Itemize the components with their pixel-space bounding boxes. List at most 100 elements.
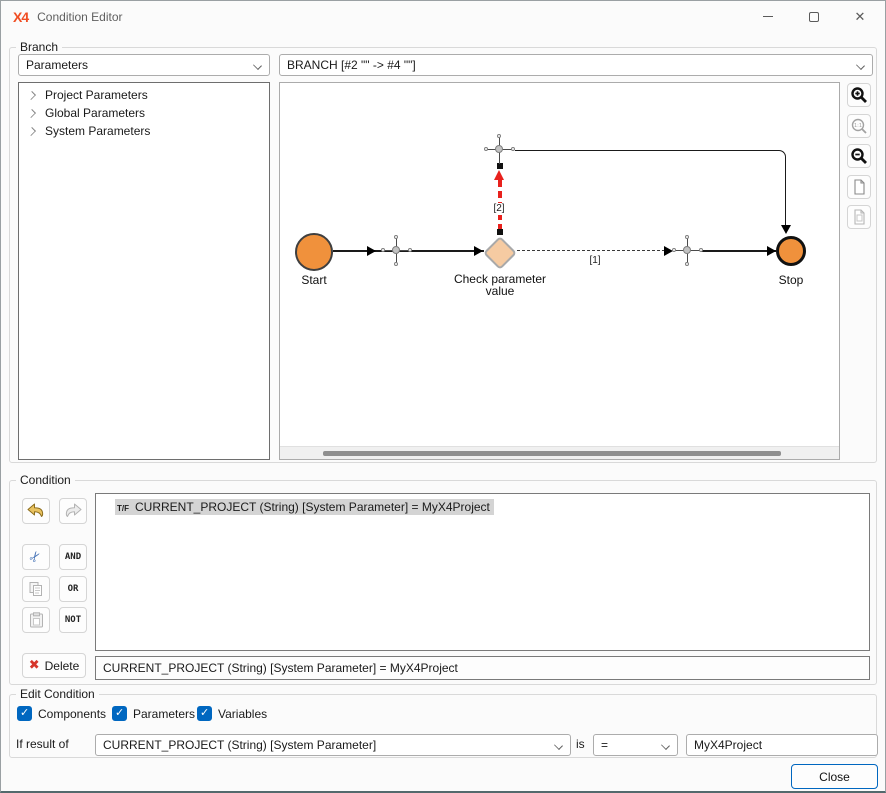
decision-node-label: Check parameter value: [435, 273, 565, 297]
condition-list-item[interactable]: T/F CURRENT_PROJECT (String) [System Par…: [115, 498, 869, 516]
branch-category-combo-value: Parameters: [26, 58, 88, 72]
condition-group-label: Condition: [16, 473, 75, 487]
stop-node-label: Stop: [761, 274, 821, 286]
arrowhead-icon: [767, 246, 776, 256]
comparison-value-input[interactable]: [686, 734, 878, 756]
arrowhead-icon: [367, 246, 376, 256]
chevron-down-icon: [856, 61, 865, 70]
tree-item-label: Global Parameters: [45, 106, 145, 120]
x4-logo-icon: X4: [13, 9, 28, 25]
delete-button[interactable]: ✖ Delete: [22, 653, 86, 678]
is-label: is: [576, 737, 585, 751]
cut-button[interactable]: ✂: [22, 544, 50, 570]
operator-combo-value: =: [601, 738, 608, 752]
selected-condition[interactable]: T/F CURRENT_PROJECT (String) [System Par…: [115, 499, 494, 515]
tree-item-system-parameters[interactable]: System Parameters: [19, 122, 269, 140]
connector-center[interactable]: [495, 145, 503, 153]
parameters-checkbox[interactable]: [112, 706, 127, 721]
tree-item-label: System Parameters: [45, 124, 150, 138]
paste-button[interactable]: [22, 607, 50, 633]
tree-item-global-parameters[interactable]: Global Parameters: [19, 104, 269, 122]
fit-selection-button[interactable]: [847, 205, 871, 229]
branch-group: Branch Parameters BRANCH [#2 "" -> #4 ""…: [9, 47, 877, 463]
close-button[interactable]: Close: [791, 764, 878, 789]
stop-node[interactable]: [776, 236, 806, 266]
connector-port[interactable]: [408, 248, 412, 252]
branch-group-label: Branch: [16, 40, 62, 54]
expand-chevron-icon[interactable]: [27, 91, 36, 100]
minimize-icon: [763, 16, 773, 17]
branch-selector-combo[interactable]: BRANCH [#2 "" -> #4 ""]: [279, 54, 873, 76]
condition-list[interactable]: T/F CURRENT_PROJECT (String) [System Par…: [95, 493, 870, 651]
variables-checkbox-label: Variables: [218, 707, 267, 721]
checkbox-variables[interactable]: Variables: [197, 706, 267, 721]
redo-button[interactable]: [59, 498, 87, 524]
checkbox-components[interactable]: Components: [17, 706, 106, 721]
connector-center[interactable]: [392, 246, 400, 254]
maximize-button[interactable]: [791, 2, 837, 31]
expand-chevron-icon[interactable]: [27, 127, 36, 136]
not-operator-button[interactable]: NOT: [59, 607, 87, 633]
connector-port[interactable]: [394, 262, 398, 266]
zoom-in-button[interactable]: [847, 83, 871, 107]
window-title: Condition Editor: [37, 10, 122, 24]
operator-combo[interactable]: =: [593, 734, 678, 756]
connector-center[interactable]: [683, 246, 691, 254]
edge-decision-to-stop[interactable]: [517, 250, 665, 251]
edge-branch-return[interactable]: [515, 150, 786, 226]
connector-port[interactable]: [511, 147, 515, 151]
chevron-down-icon: [554, 741, 563, 750]
connector-node-2[interactable]: [674, 237, 702, 265]
connector-port[interactable]: [394, 235, 398, 239]
close-icon: ✕: [855, 9, 866, 25]
connector-port[interactable]: [672, 248, 676, 252]
connector-port[interactable]: [484, 147, 488, 151]
fit-page-button[interactable]: [847, 175, 871, 199]
or-operator-button[interactable]: OR: [59, 576, 87, 602]
copy-button[interactable]: [22, 576, 50, 602]
minimize-button[interactable]: [745, 2, 791, 31]
branch-selector-combo-value: BRANCH [#2 "" -> #4 ""]: [287, 58, 416, 72]
zoom-in-icon: [850, 86, 868, 104]
canvas-horizontal-scrollbar[interactable]: [280, 446, 839, 459]
connector-node-top[interactable]: [486, 136, 514, 164]
connector-node-1[interactable]: [383, 237, 411, 265]
variables-checkbox[interactable]: [197, 706, 212, 721]
start-node[interactable]: [295, 233, 333, 271]
and-operator-button[interactable]: AND: [59, 544, 87, 570]
components-checkbox[interactable]: [17, 706, 32, 721]
edge-join-to-stop[interactable]: [701, 250, 776, 252]
expression-combo[interactable]: CURRENT_PROJECT (String) [System Paramet…: [95, 734, 571, 756]
checkbox-parameters[interactable]: Parameters: [112, 706, 195, 721]
delete-button-label: Delete: [45, 659, 80, 673]
undo-button[interactable]: [22, 498, 50, 524]
undo-icon: [26, 503, 46, 519]
connector-port[interactable]: [497, 134, 501, 138]
expand-chevron-icon[interactable]: [27, 109, 36, 118]
expression-combo-value: CURRENT_PROJECT (String) [System Paramet…: [103, 738, 376, 752]
zoom-actual-size-button[interactable]: 1:1: [847, 114, 871, 138]
svg-text:1:1: 1:1: [854, 123, 862, 129]
tree-item-project-parameters[interactable]: Project Parameters: [19, 86, 269, 104]
connector-port[interactable]: [685, 262, 689, 266]
connector-port[interactable]: [685, 235, 689, 239]
edge-handle[interactable]: [497, 229, 503, 235]
condition-result-field[interactable]: CURRENT_PROJECT (String) [System Paramet…: [95, 656, 870, 680]
fit-page-icon: [850, 178, 868, 196]
branch-category-combo[interactable]: Parameters: [18, 54, 270, 76]
tree-item-label: Project Parameters: [45, 88, 148, 102]
decision-node[interactable]: [483, 236, 517, 270]
redo-icon: [63, 503, 83, 519]
connector-port[interactable]: [381, 248, 385, 252]
zoom-actual-icon: 1:1: [850, 117, 868, 135]
if-result-of-label: If result of: [16, 737, 69, 751]
scrollbar-thumb[interactable]: [323, 451, 781, 456]
cut-scissors-icon: ✂: [26, 548, 46, 567]
close-window-button[interactable]: ✕: [837, 2, 883, 31]
components-checkbox-label: Components: [38, 707, 106, 721]
zoom-out-icon: [850, 147, 868, 165]
zoom-out-button[interactable]: [847, 144, 871, 168]
copy-icon: [28, 581, 44, 597]
connector-port[interactable]: [699, 248, 703, 252]
branch-diagram-canvas[interactable]: [1] [2]: [279, 82, 840, 460]
